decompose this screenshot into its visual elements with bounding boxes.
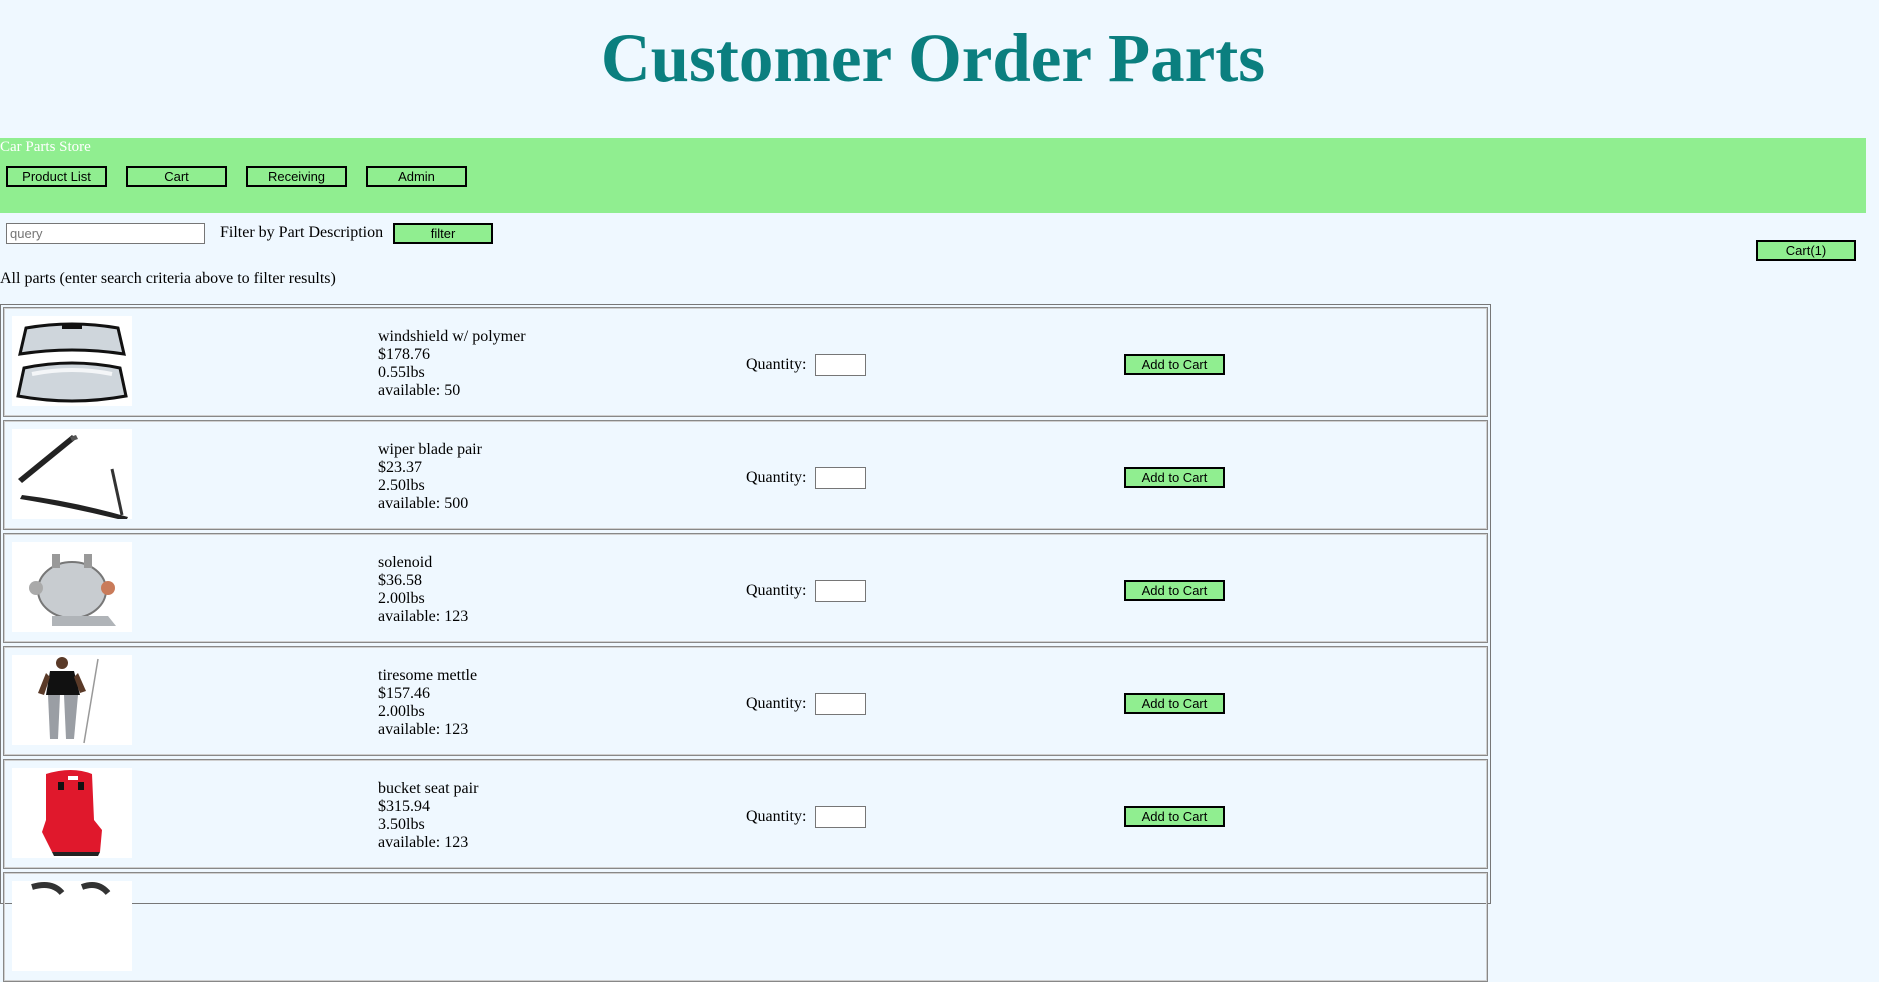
part-row: tiresome mettle $157.46 2.00lbs availabl… bbox=[3, 646, 1488, 756]
quantity-label: Quantity: bbox=[746, 356, 807, 373]
cart-count-button[interactable]: Cart(1) bbox=[1756, 240, 1856, 261]
part-info: wiper blade pair $23.37 2.50lbs availabl… bbox=[378, 441, 482, 513]
part-name: tiresome mettle bbox=[378, 667, 478, 684]
part-name: bucket seat pair bbox=[378, 780, 479, 797]
part-info: tiresome mettle $157.46 2.00lbs availabl… bbox=[378, 667, 477, 739]
part-price: $178.76 bbox=[378, 346, 430, 363]
add-to-cart-button[interactable]: Add to Cart bbox=[1124, 693, 1225, 714]
windshield-icon bbox=[12, 316, 132, 406]
search-input[interactable] bbox=[6, 223, 205, 244]
part-available: available: 123 bbox=[378, 608, 469, 625]
quantity-input[interactable] bbox=[815, 580, 866, 602]
navbar: Car Parts Store Product List Cart Receiv… bbox=[0, 138, 1866, 213]
part-available: available: 500 bbox=[378, 495, 469, 512]
page-title: Customer Order Parts bbox=[600, 20, 1266, 96]
part-weight: 2.00lbs bbox=[378, 703, 425, 720]
part-name: solenoid bbox=[378, 554, 433, 571]
part-row: solenoid $36.58 2.00lbs available: 123 Q… bbox=[3, 533, 1488, 643]
add-to-cart-button[interactable]: Add to Cart bbox=[1124, 580, 1225, 601]
figure-icon bbox=[12, 655, 132, 745]
quantity-input[interactable] bbox=[815, 693, 866, 715]
part-available: available: 123 bbox=[378, 721, 469, 738]
add-to-cart-button[interactable]: Add to Cart bbox=[1124, 806, 1225, 827]
part-price: $36.58 bbox=[378, 572, 422, 589]
filter-label: Filter by Part Description bbox=[220, 224, 384, 241]
store-name: Car Parts Store bbox=[0, 139, 91, 155]
part-price: $315.94 bbox=[378, 798, 430, 815]
part-price: $23.37 bbox=[378, 459, 422, 476]
results-note: All parts (enter search criteria above t… bbox=[0, 270, 336, 287]
quantity-input[interactable] bbox=[815, 467, 866, 489]
part-row: wiper blade pair $23.37 2.50lbs availabl… bbox=[3, 420, 1488, 530]
part-name: windshield w/ polymer bbox=[378, 328, 526, 345]
quantity-label: Quantity: bbox=[746, 469, 807, 486]
quantity-label: Quantity: bbox=[746, 808, 807, 825]
part-weight: 2.50lbs bbox=[378, 477, 425, 494]
solenoid-icon bbox=[12, 542, 132, 632]
part-weight: 0.55lbs bbox=[378, 364, 425, 381]
add-to-cart-button[interactable]: Add to Cart bbox=[1124, 467, 1225, 488]
part-weight: 3.50lbs bbox=[378, 816, 425, 833]
part-info: bucket seat pair $315.94 3.50lbs availab… bbox=[378, 780, 478, 852]
part-available: available: 50 bbox=[378, 382, 461, 399]
nav-admin-button[interactable]: Admin bbox=[366, 166, 467, 187]
part-name: wiper blade pair bbox=[378, 441, 482, 458]
part-row: windshield w/ polymer $178.76 0.55lbs av… bbox=[3, 307, 1488, 417]
quantity-label: Quantity: bbox=[746, 582, 807, 599]
add-to-cart-button[interactable]: Add to Cart bbox=[1124, 354, 1225, 375]
part-image bbox=[12, 881, 132, 971]
part-weight: 2.00lbs bbox=[378, 590, 425, 607]
nav-receiving-button[interactable]: Receiving bbox=[246, 166, 347, 187]
quantity-input[interactable] bbox=[815, 354, 866, 376]
part-row: bucket seat pair $315.94 3.50lbs availab… bbox=[3, 759, 1488, 869]
nav-product-list-button[interactable]: Product List bbox=[6, 166, 107, 187]
parts-table: windshield w/ polymer $178.76 0.55lbs av… bbox=[0, 304, 1491, 982]
filter-button[interactable]: filter bbox=[393, 223, 493, 244]
quantity-input[interactable] bbox=[815, 806, 866, 828]
part-price: $157.46 bbox=[378, 685, 430, 702]
bucket-seat-icon bbox=[12, 768, 132, 858]
part-info: windshield w/ polymer $178.76 0.55lbs av… bbox=[378, 328, 526, 400]
part-row bbox=[3, 872, 1488, 982]
wiper-blade-icon bbox=[12, 429, 132, 519]
part-info: solenoid $36.58 2.00lbs available: 123 bbox=[378, 554, 468, 626]
quantity-label: Quantity: bbox=[746, 695, 807, 712]
nav-cart-button[interactable]: Cart bbox=[126, 166, 227, 187]
part-available: available: 123 bbox=[378, 834, 469, 851]
